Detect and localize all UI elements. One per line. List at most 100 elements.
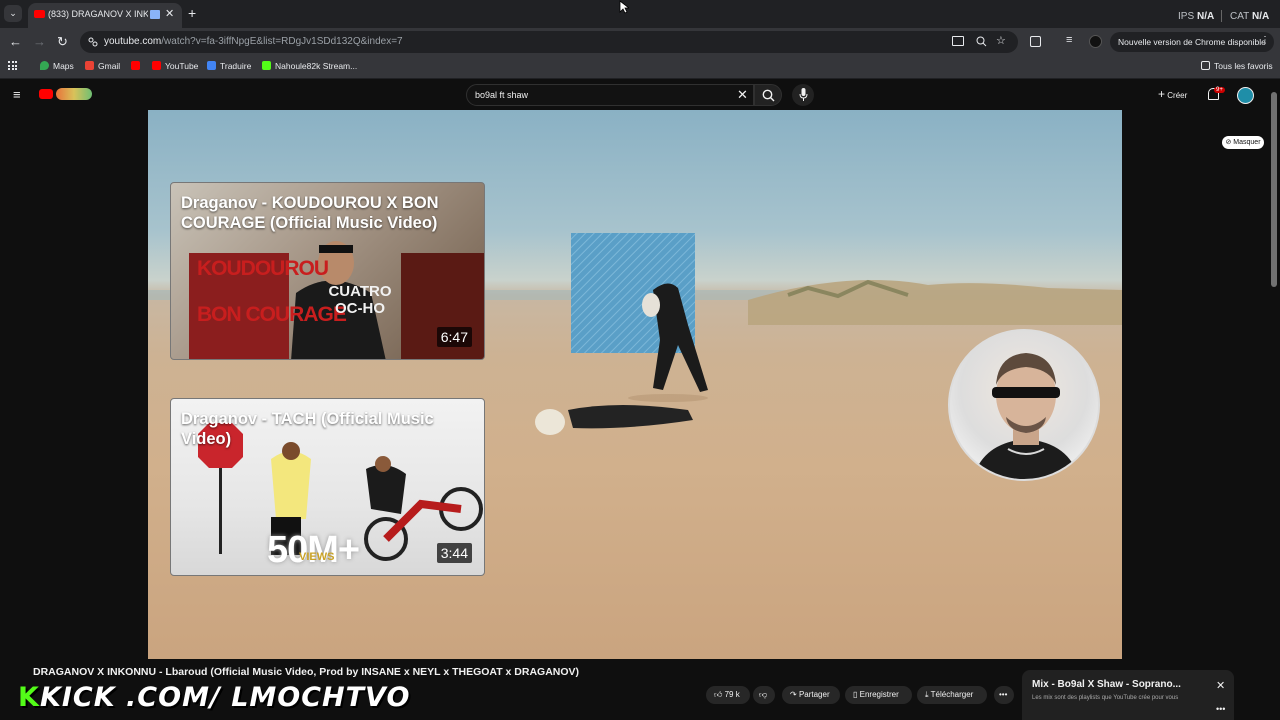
media-controls-icon[interactable]: ≡ — [1066, 34, 1072, 46]
all-bookmarks-label: Tous les favoris — [1214, 61, 1273, 71]
all-bookmarks-folder[interactable]: Tous les favoris — [1201, 61, 1273, 71]
address-bar[interactable]: youtube.com/watch?v=fa-3iffNpgE&list=RDg… — [80, 31, 1018, 53]
bookmark-gmail[interactable]: Gmail — [85, 61, 120, 71]
new-tab-button[interactable]: + — [188, 5, 196, 21]
mix-title: Mix - Bo9al X Shaw - Soprano... — [1032, 679, 1181, 690]
clear-search-icon[interactable]: ✕ — [737, 87, 748, 103]
mouse-cursor-icon — [619, 0, 629, 14]
thumbnail-shirt-text: CUATRO OC-HO — [328, 283, 392, 317]
endscreen-channel-avatar[interactable] — [948, 329, 1100, 481]
chrome-update-button[interactable]: Nouvelle version de Chrome disponible ⋮ — [1110, 32, 1274, 52]
profile-avatar[interactable] — [1089, 35, 1102, 48]
chrome-update-label: Nouvelle version de Chrome disponible — [1118, 37, 1266, 47]
notification-count-badge: 9+ — [1214, 87, 1225, 93]
more-menu-icon[interactable]: ⋮ — [1260, 35, 1270, 46]
hamburger-menu-icon[interactable]: ≡ — [13, 87, 21, 102]
mix-subtitle: Les mix sont des playlists que YouTube c… — [1032, 695, 1179, 701]
mix-menu-icon[interactable]: ••• — [1216, 704, 1225, 714]
card-title: Draganov - KOUDOUROU X BON COURAGE (Offi… — [181, 194, 439, 232]
search-input[interactable]: bo9al ft shaw — [475, 90, 528, 100]
search-icon — [762, 89, 775, 102]
kick-icon — [262, 61, 271, 70]
back-icon[interactable]: ← — [9, 34, 22, 49]
video-player[interactable]: KOUDOUROU BON COURAGE CUATRO OC-HO Draga… — [148, 110, 1122, 659]
create-button[interactable]: + Créer — [1158, 87, 1187, 101]
site-info-icon[interactable] — [88, 37, 98, 47]
reload-icon[interactable]: ↻ — [57, 34, 68, 50]
install-app-icon[interactable] — [952, 36, 964, 46]
url-path: /watch?v=fa-3iffNpgE&list=RDgJv1SDd132Q&… — [161, 36, 403, 47]
bookmark-kick[interactable]: Nahoule82k Stream... — [262, 61, 357, 71]
cat-value: N/A — [1252, 11, 1270, 22]
artist-portrait — [973, 353, 1079, 479]
youtube-icon — [152, 61, 161, 70]
thumbs-down-icon: 👎︎ — [759, 690, 768, 699]
zoom-icon[interactable] — [976, 36, 987, 47]
plus-icon: + — [1158, 87, 1166, 101]
thumbnail-art-text-1: KOUDOUROU — [197, 257, 329, 280]
video-title: DRAGANOV X INKONNU - Lbaroud (Official M… — [33, 666, 580, 678]
cat-label: CAT — [1230, 11, 1250, 22]
account-avatar[interactable] — [1237, 87, 1254, 104]
like-button[interactable]: 👍︎ 79 k — [706, 686, 750, 704]
page-scrollbar[interactable] — [1271, 92, 1277, 287]
bookmarks-bar: Maps Gmail YouTube Traduire Nahoule82k S… — [0, 55, 1280, 79]
bookmark-traduire[interactable]: Traduire — [207, 61, 251, 71]
browser-tab-strip: ⌄ (833) DRAGANOV X INKONNU ✕ + IPS N/A C… — [0, 0, 1280, 28]
download-button[interactable]: ⤓ Télécharger — [917, 686, 987, 704]
youtube-header: ≡ bo9al ft shaw ✕ + Créer 9+ — [0, 80, 1280, 110]
download-label: Télécharger — [930, 690, 974, 699]
endscreen-video-card[interactable]: 50M+ VIEWS Draganov - TACH (Official Mus… — [170, 398, 485, 576]
tab-close-button[interactable]: ✕ — [165, 7, 174, 20]
create-label: Créer — [1167, 91, 1188, 100]
tab-search-button[interactable]: ⌄ — [4, 5, 22, 22]
bookmark-star-icon[interactable]: ☆ — [996, 34, 1006, 47]
divider — [1221, 10, 1222, 22]
forward-icon[interactable]: → — [33, 34, 46, 49]
bookmark-youtube[interactable]: YouTube — [152, 61, 198, 71]
gmail-icon — [85, 61, 94, 70]
card-duration: 6:47 — [436, 327, 472, 347]
tab-active[interactable]: (833) DRAGANOV X INKONNU ✕ — [28, 3, 182, 28]
share-button[interactable]: ↷ Partager — [782, 686, 840, 704]
bookmark-label: Gmail — [98, 61, 121, 71]
extensions-icon[interactable] — [1030, 36, 1041, 47]
stream-overlay-text: KKICK .COM/ LMOCHTVO — [18, 682, 410, 713]
youtube-doodle-icon[interactable] — [56, 88, 92, 100]
ips-value: N/A — [1197, 11, 1215, 22]
ips-label: IPS — [1178, 11, 1195, 22]
share-label: Partager — [798, 690, 830, 699]
like-count: 79 k — [724, 690, 740, 699]
card-title: Draganov - TACH (Official Music Video) — [181, 410, 434, 448]
more-actions-button[interactable]: ••• — [994, 686, 1014, 704]
bookmark-label: Maps — [53, 61, 74, 71]
maps-pin-icon — [40, 61, 49, 70]
close-mix-button[interactable]: ✕ — [1216, 679, 1225, 692]
bookmark-icon: ▯ — [853, 690, 858, 699]
overlay-url: KICK .COM/ LMOCHTVO — [39, 682, 411, 713]
search-box[interactable]: bo9al ft shaw ✕ — [466, 84, 754, 106]
youtube-logo-icon[interactable] — [39, 89, 53, 99]
search-button[interactable] — [754, 84, 782, 106]
folder-icon — [1201, 61, 1210, 70]
translate-icon — [207, 61, 216, 70]
dislike-button[interactable]: 👎︎ — [753, 686, 775, 704]
bookmark-youtube-unnamed[interactable] — [131, 61, 144, 71]
microphone-icon — [799, 88, 808, 101]
video-info-bar: DRAGANOV X INKONNU - Lbaroud (Official M… — [0, 659, 1280, 720]
bookmark-maps[interactable]: Maps — [40, 61, 74, 71]
mix-playlist-panel[interactable]: Mix - Bo9al X Shaw - Soprano... Les mix … — [1022, 670, 1234, 720]
endscreen-video-card[interactable]: KOUDOUROU BON COURAGE CUATRO OC-HO Draga… — [170, 182, 485, 360]
youtube-favicon-icon — [34, 10, 45, 18]
more-horizontal-icon: ••• — [999, 690, 1008, 699]
card-duration: 3:44 — [436, 543, 472, 563]
hide-endscreen-button[interactable]: ⊘ Masquer — [1222, 136, 1264, 149]
bookmark-label: YouTube — [165, 61, 199, 71]
download-icon: ⤓ — [925, 690, 929, 699]
voice-search-button[interactable] — [792, 84, 814, 106]
youtube-icon — [131, 61, 140, 70]
apps-grid-icon[interactable] — [8, 61, 18, 71]
save-button[interactable]: ▯ Enregistrer — [845, 686, 912, 704]
tab-title: (833) DRAGANOV X INKONNU — [48, 9, 148, 19]
tab-audio-icon[interactable] — [150, 10, 160, 19]
